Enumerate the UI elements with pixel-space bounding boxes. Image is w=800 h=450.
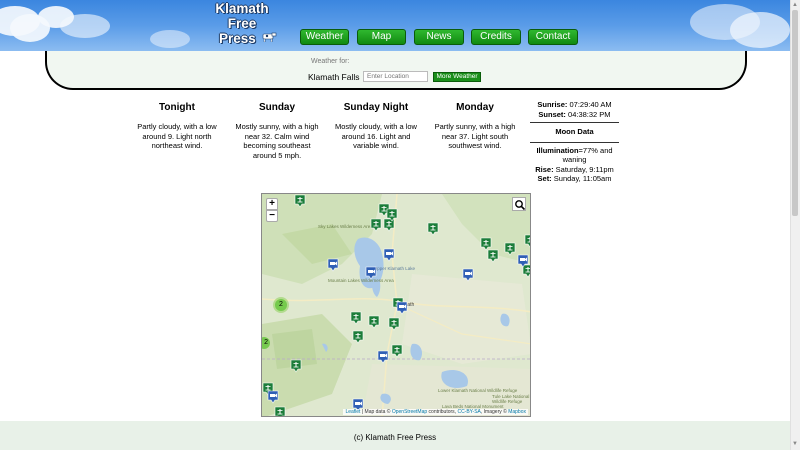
- weather-map[interactable]: Upper Klamath Lake Mountain Lakes Wilder…: [261, 193, 531, 417]
- forecast-period: Sunday Mostly sunny, with a high near 32…: [231, 102, 323, 160]
- cc-by-sa-link[interactable]: CC-BY-SA: [457, 409, 480, 415]
- sunrise-value: 07:29:40 AM: [569, 100, 612, 109]
- camera-marker-icon[interactable]: [267, 390, 279, 404]
- nav-contact-button[interactable]: Contact: [528, 29, 578, 45]
- cloud-decoration: [60, 14, 110, 38]
- moonset-row: Set: Sunday, 11:05am: [530, 174, 619, 184]
- cloud-decoration: [150, 30, 190, 48]
- illumination-label: Illumination: [536, 145, 579, 155]
- weather-station-marker-icon[interactable]: [274, 406, 286, 416]
- weather-station-marker-icon[interactable]: [524, 234, 530, 248]
- scroll-down-arrow-icon[interactable]: ▼: [792, 441, 798, 447]
- camera-marker-icon[interactable]: [327, 258, 339, 272]
- map-label: Tule Lake National Wildlife Refuge: [492, 394, 530, 404]
- cow-icon: [262, 32, 277, 42]
- camera-marker-icon[interactable]: [462, 268, 474, 282]
- mapbox-link[interactable]: Mapbox: [508, 409, 526, 415]
- forecast-text: Mostly cloudy, with a low around 16. Lig…: [335, 122, 417, 150]
- map-label: Sky Lakes Wilderness Area: [318, 224, 373, 229]
- current-location: Klamath Falls: [308, 72, 360, 82]
- nav-news-button[interactable]: News: [414, 29, 464, 45]
- logo-line-2: Free: [227, 16, 257, 31]
- forecast-period: Tonight Partly cloudy, with a low around…: [131, 102, 223, 151]
- weather-station-marker-icon[interactable]: [370, 218, 382, 232]
- sunrise-row: Sunrise: 07:29:40 AM: [530, 100, 619, 110]
- leaflet-link[interactable]: Leaflet: [345, 409, 360, 415]
- divider: [530, 141, 619, 143]
- moonset-label: Set:: [537, 174, 552, 183]
- camera-marker-icon[interactable]: [365, 266, 377, 280]
- marker-cluster[interactable]: 2: [273, 297, 289, 313]
- map-search-button[interactable]: [512, 197, 526, 211]
- camera-marker-icon[interactable]: [517, 254, 529, 268]
- search-icon: [515, 200, 526, 211]
- zoom-in-button[interactable]: +: [266, 198, 278, 210]
- osm-link[interactable]: OpenStreetMap: [392, 409, 427, 415]
- weather-for-heading: Weather for:: [311, 58, 350, 65]
- weather-station-marker-icon[interactable]: [391, 344, 403, 358]
- forecast-title: Tonight: [159, 102, 195, 113]
- weather-station-marker-icon[interactable]: [368, 315, 380, 329]
- camera-marker-icon[interactable]: [383, 248, 395, 262]
- cloud-decoration: [730, 12, 790, 48]
- copyright-text: (c) Klamath Free Press: [353, 433, 437, 442]
- nav-credits-button[interactable]: Credits: [471, 29, 521, 45]
- moonrise-row: Rise: Saturday, 9:11pm: [530, 165, 619, 175]
- weather-station-marker-icon[interactable]: [427, 222, 439, 236]
- sunset-row: Sunset: 04:38:32 PM: [530, 110, 619, 120]
- camera-marker-icon[interactable]: [377, 350, 389, 364]
- site-header: Klamath Free Press Weather Map News Cred…: [0, 0, 790, 51]
- weather-station-marker-icon[interactable]: [350, 311, 362, 325]
- forecast-text: Partly sunny, with a high near 37. Light…: [434, 122, 516, 150]
- divider: [530, 122, 619, 123]
- attribution-text: | Map data ©: [360, 409, 392, 415]
- sunset-value: 04:38:32 PM: [568, 109, 611, 119]
- weather-station-marker-icon[interactable]: [504, 242, 516, 256]
- nav-weather-button[interactable]: Weather: [300, 29, 349, 45]
- forecast-title: Sunday: [258, 102, 296, 113]
- forecast-title: Monday: [456, 102, 494, 113]
- weather-station-marker-icon[interactable]: [487, 249, 499, 263]
- map-label: Lower Klamath National Wildlife Refuge: [438, 388, 518, 393]
- map-label: Upper Klamath Lake: [374, 266, 416, 271]
- forecast-text: Mostly sunny, with a high near 32. Calm …: [235, 122, 319, 160]
- location-input[interactable]: [363, 71, 428, 82]
- moonrise-value: Saturday, 9:11pm: [555, 164, 614, 174]
- moon-data-heading: Moon Data: [555, 127, 594, 136]
- weather-station-marker-icon[interactable]: [294, 194, 306, 208]
- scrollbar-thumb[interactable]: [792, 10, 798, 216]
- sunrise-label: Sunrise:: [537, 100, 568, 109]
- more-weather-button[interactable]: More Weather: [433, 72, 481, 82]
- forecast-text: Partly cloudy, with a low around 9. Ligh…: [137, 122, 217, 150]
- forecast-title: Sunday Night: [343, 102, 409, 113]
- weather-station-marker-icon[interactable]: [388, 317, 400, 331]
- logo-line-1: Klamath: [215, 1, 269, 16]
- zoom-out-button[interactable]: −: [266, 210, 278, 222]
- map-attribution: Leaflet | Map data © OpenStreetMap contr…: [343, 409, 528, 415]
- forecast-period: Sunday Night Mostly cloudy, with a low a…: [330, 102, 422, 151]
- scroll-up-arrow-icon[interactable]: ▲: [792, 2, 798, 8]
- sun-moon-panel: Sunrise: 07:29:40 AM Sunset: 04:38:32 PM…: [530, 100, 619, 184]
- forecast-period: Monday Partly sunny, with a high near 37…: [429, 102, 521, 151]
- attribution-text: , Imagery ©: [480, 409, 509, 415]
- illumination-row: Illumination=77% and waning: [530, 146, 619, 165]
- attribution-text: contributors,: [427, 409, 458, 415]
- nav-map-button[interactable]: Map: [357, 29, 406, 45]
- sunset-label: Sunset:: [538, 109, 566, 119]
- weather-station-marker-icon[interactable]: [290, 359, 302, 373]
- cluster-count: 2: [275, 299, 287, 311]
- map-label: Mountain Lakes Wilderness Area: [328, 278, 394, 283]
- site-logo[interactable]: Klamath Free Press: [207, 1, 277, 46]
- camera-marker-icon[interactable]: [396, 301, 408, 315]
- weather-station-marker-icon[interactable]: [386, 208, 398, 222]
- weather-station-marker-icon[interactable]: [352, 330, 364, 344]
- moonrise-label: Rise:: [535, 164, 554, 174]
- moonset-value: Sunday, 11:05am: [553, 174, 612, 183]
